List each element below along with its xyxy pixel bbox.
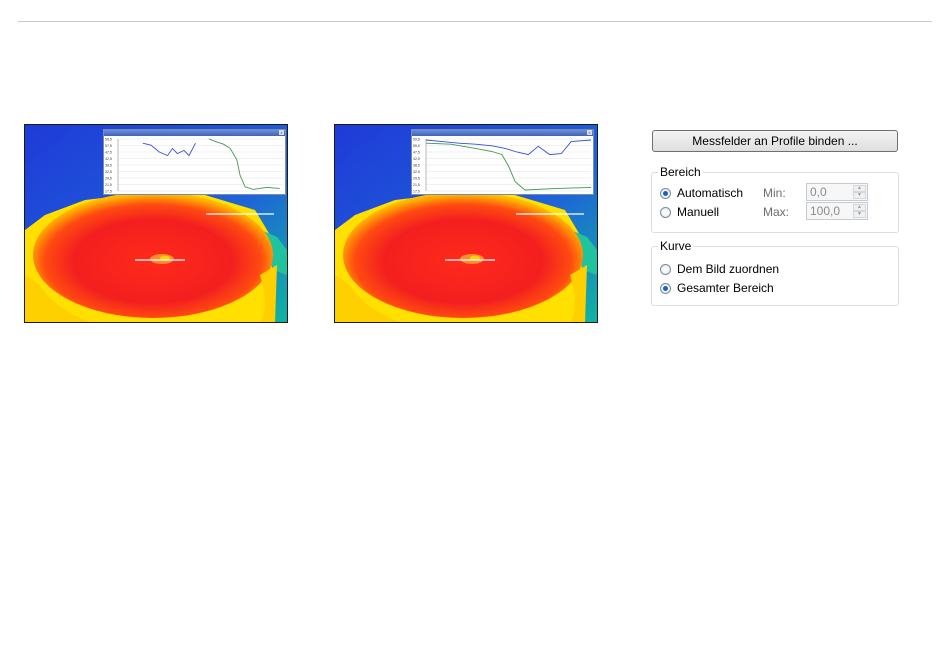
radio-manuell-label: Manuell [677, 205, 720, 219]
profile-popup[interactable]: × 59,5 57,5 47,5 42,5 38,5 32,5 29,5 21,5 17,5 [103, 129, 286, 195]
radio-gesamter-label: Gesamter Bereich [677, 281, 774, 295]
top-divider [18, 21, 932, 22]
radio-button[interactable] [660, 263, 671, 275]
radio-button[interactable] [660, 282, 671, 294]
spin-down-icon[interactable]: ▼ [853, 192, 866, 199]
y-tick-label: 32,5 [105, 170, 112, 174]
spin-down-icon[interactable]: ▼ [853, 211, 866, 218]
y-tick-label: 21,5 [413, 183, 420, 187]
y-tick-label: 17,5 [105, 190, 112, 194]
radio-automatisch-label: Automatisch [677, 186, 744, 200]
kurve-group: Kurve Dem Bild zuordnen Gesamter Bereich [651, 239, 899, 306]
max-value: 100,0 [810, 204, 841, 218]
y-tick-label: 59,5 [105, 138, 112, 142]
y-tick-label: 38,5 [413, 164, 420, 168]
profile-plot: 59,5 55,5 47,5 42,5 38,5 32,5 29,5 21,5 17,5 [413, 138, 592, 194]
profile-curve-green [425, 142, 592, 191]
profile-curve-blue [142, 142, 196, 157]
y-tick-label: 38,5 [105, 164, 112, 168]
close-icon[interactable]: × [279, 130, 284, 135]
y-tick-label: 47,5 [413, 151, 420, 155]
spin-up-icon[interactable]: ▲ [853, 185, 866, 192]
profile-plot: 59,5 57,5 47,5 42,5 38,5 32,5 29,5 21,5 17,5 [105, 138, 283, 194]
y-tick-label: 55,5 [413, 144, 420, 148]
radio-dem-bild-zuordnen[interactable]: Dem Bild zuordnen [660, 261, 779, 277]
radio-automatisch[interactable]: Automatisch [660, 185, 743, 201]
radio-gesamter-bereich[interactable]: Gesamter Bereich [660, 280, 774, 296]
y-tick-label: 42,5 [105, 157, 112, 161]
bereich-group: Bereich Automatisch Manuell Min: 0,0 ▲ ▼… [651, 165, 899, 233]
max-label: Max: [763, 205, 790, 219]
spin-up-icon[interactable]: ▲ [853, 204, 866, 211]
radio-dem-bild-label: Dem Bild zuordnen [677, 262, 780, 276]
profile-curve-green [208, 138, 280, 190]
y-tick-label: 17,5 [413, 190, 420, 194]
y-tick-label: 21,5 [105, 183, 112, 187]
bind-measurement-fields-button[interactable]: Messfelder an Profile binden ... [652, 130, 898, 152]
y-tick-label: 29,5 [413, 177, 420, 181]
y-tick-label: 29,5 [105, 177, 112, 181]
y-tick-label: 59,5 [413, 138, 420, 142]
y-tick-label: 47,5 [105, 151, 112, 155]
radio-button[interactable] [660, 206, 671, 218]
min-value: 0,0 [810, 185, 827, 199]
min-label: Min: [763, 186, 786, 200]
y-tick-label: 42,5 [413, 157, 420, 161]
max-spinbox[interactable]: 100,0 ▲ ▼ [806, 202, 868, 220]
thermal-image-1: × 59,5 57,5 47,5 42,5 38,5 32,5 29,5 21,5 17,5 [24, 124, 288, 323]
profile-curve-blue [425, 139, 592, 156]
min-spinbox[interactable]: 0,0 ▲ ▼ [806, 183, 868, 201]
radio-button[interactable] [660, 187, 671, 199]
y-tick-label: 57,5 [105, 144, 112, 148]
close-icon[interactable]: × [587, 130, 592, 135]
y-tick-label: 32,5 [413, 170, 420, 174]
profile-popup[interactable]: × 59,5 55,5 47,5 42,5 38,5 32,5 29,5 21,5 17,5 [411, 129, 594, 195]
bereich-group-title: Bereich [658, 165, 703, 179]
thermal-image-2: × 59,5 55,5 47,5 42,5 38,5 32,5 29,5 21,5 17,5 [334, 124, 598, 323]
radio-manuell[interactable]: Manuell [660, 204, 719, 220]
kurve-group-title: Kurve [658, 239, 694, 253]
